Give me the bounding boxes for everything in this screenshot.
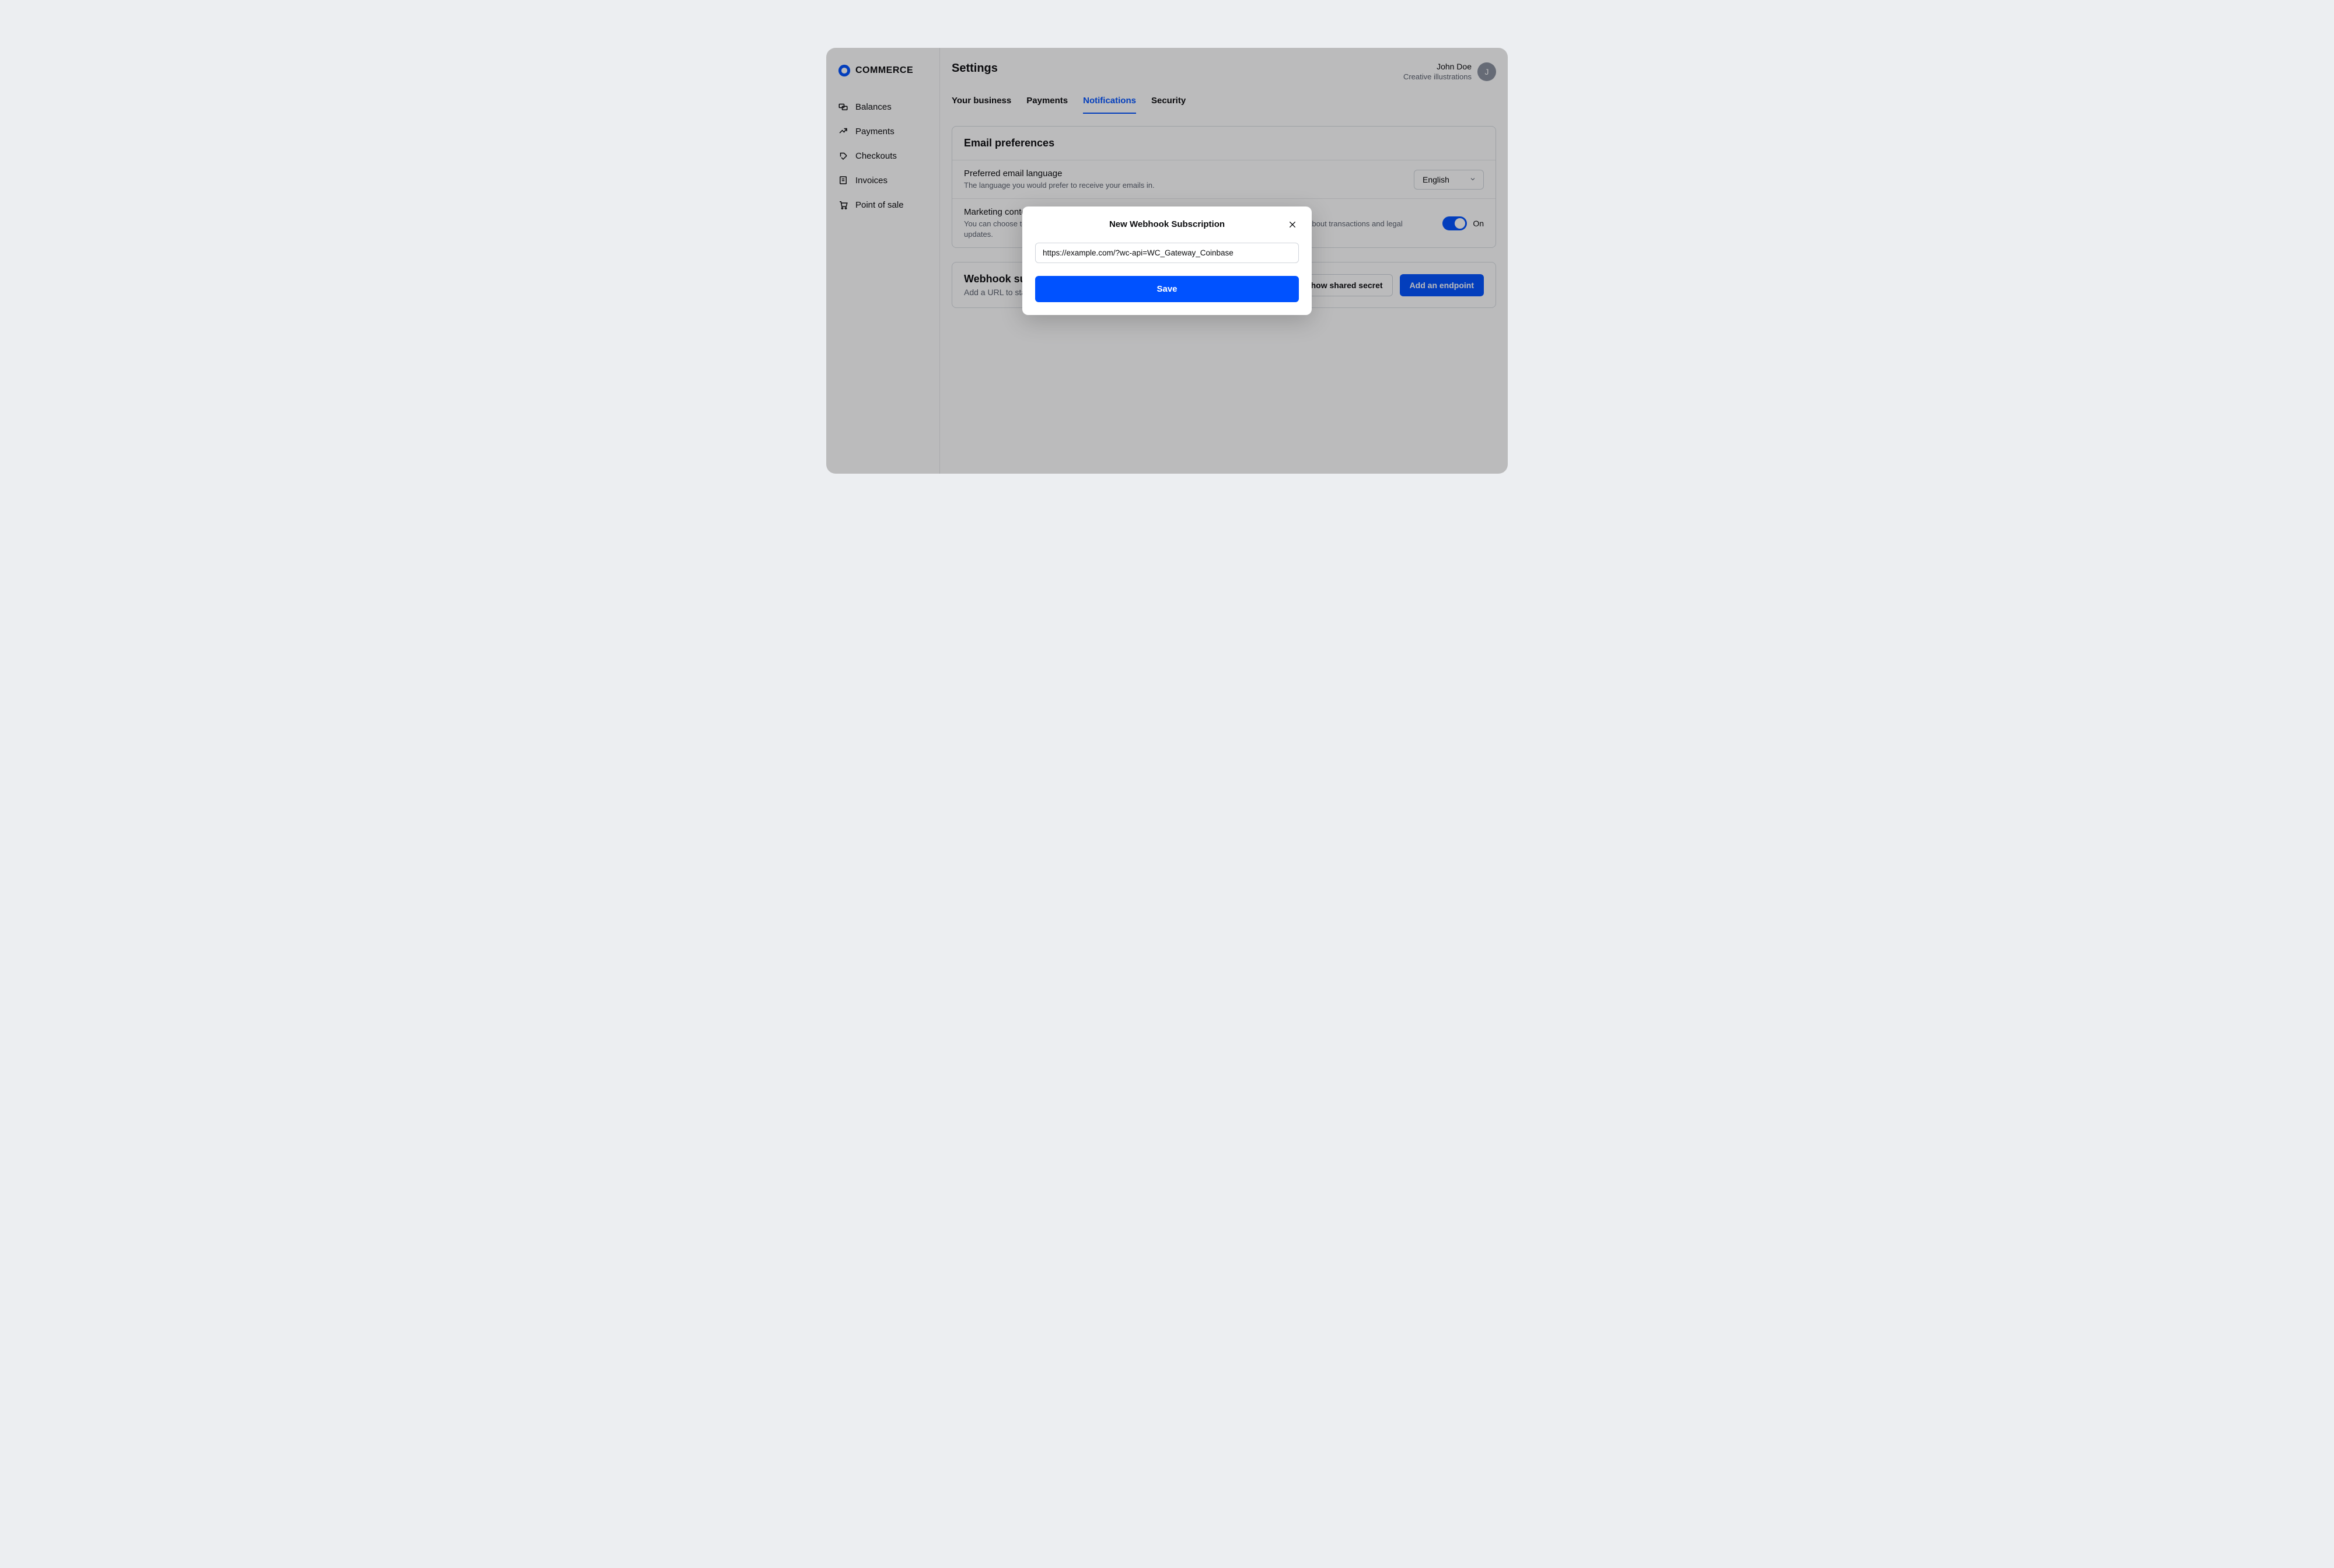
new-webhook-modal: New Webhook Subscription Save: [1022, 206, 1312, 315]
modal-title: New Webhook Subscription: [1109, 219, 1225, 229]
modal-header: New Webhook Subscription: [1035, 219, 1299, 230]
close-icon[interactable]: [1286, 218, 1299, 231]
save-button[interactable]: Save: [1035, 276, 1299, 302]
app-frame: COMMERCE Balances Payments Checkouts: [826, 48, 1508, 474]
modal-overlay[interactable]: New Webhook Subscription Save: [826, 48, 1508, 474]
webhook-url-input[interactable]: [1035, 243, 1299, 263]
